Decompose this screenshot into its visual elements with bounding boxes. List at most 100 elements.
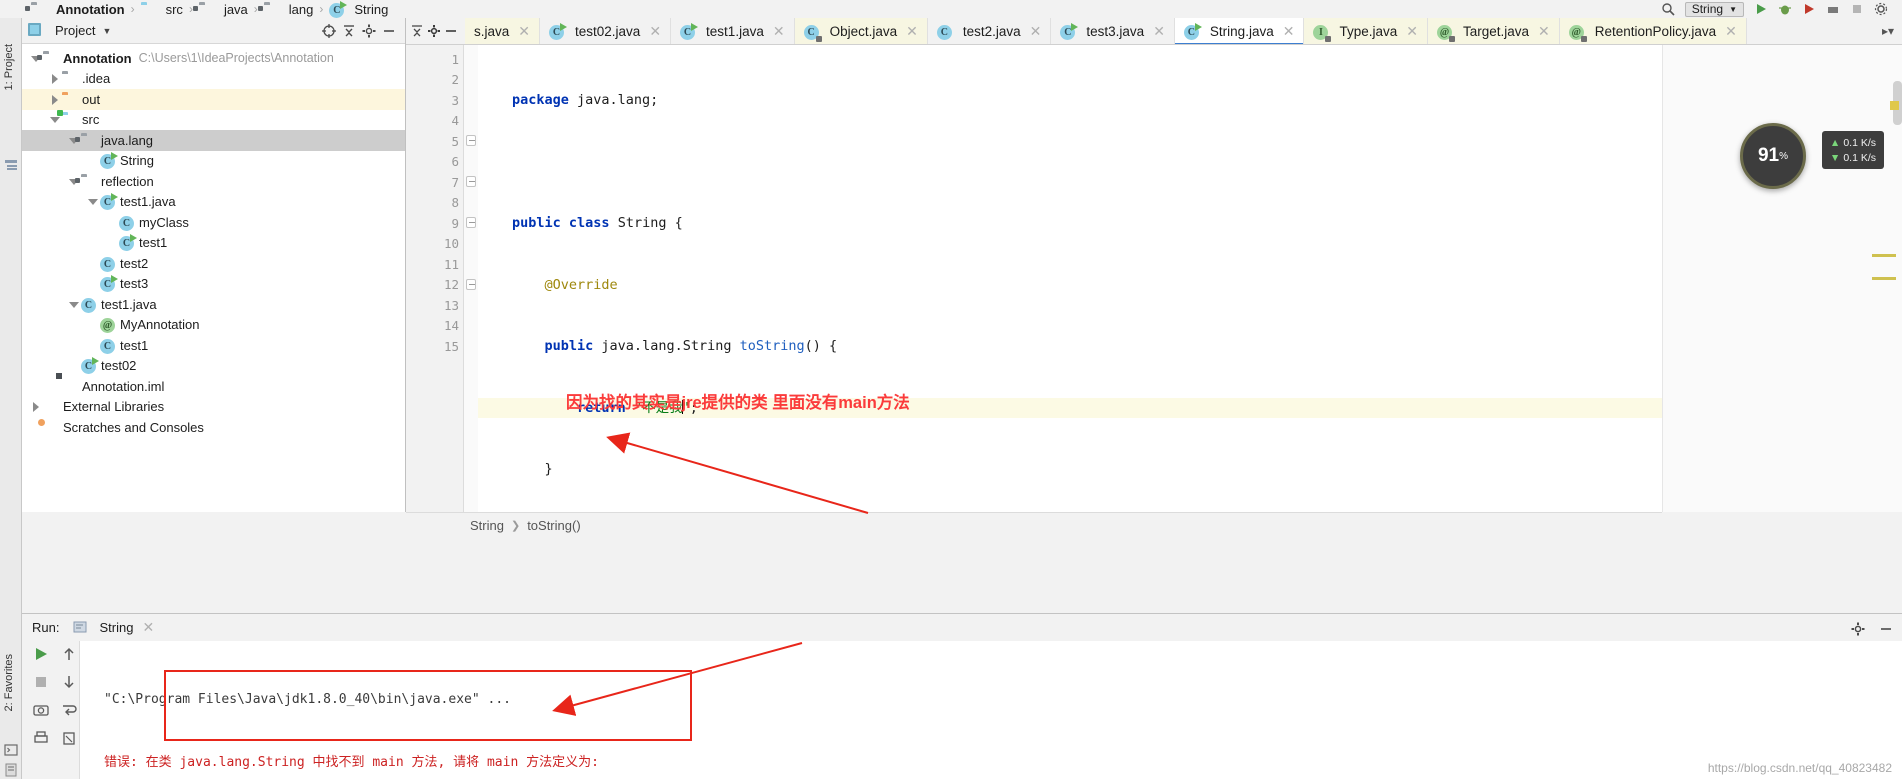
- fold-region[interactable]: [464, 275, 478, 296]
- project-tree[interactable]: Annotation C:\Users\1\IdeaProjects\Annota…: [22, 44, 405, 512]
- terminal-icon[interactable]: [4, 743, 18, 757]
- gutter-line-number[interactable]: 3: [406, 90, 463, 111]
- gutter-line-number[interactable]: 1: [406, 49, 463, 70]
- code-preview-strip[interactable]: [1662, 45, 1902, 512]
- close-icon[interactable]: ✕: [1153, 23, 1165, 40]
- close-icon[interactable]: ✕: [906, 23, 918, 40]
- tree-node-java-lang[interactable]: java.lang: [22, 130, 405, 151]
- tree-node--idea[interactable]: .idea: [22, 69, 405, 90]
- close-icon[interactable]: ✕: [518, 23, 530, 40]
- close-icon[interactable]: ✕: [1725, 23, 1737, 40]
- breadcrumb-item-src[interactable]: src: [138, 2, 186, 17]
- editor-tab-string-java[interactable]: C String.java ✕: [1174, 18, 1305, 44]
- close-icon[interactable]: ✕: [773, 23, 785, 40]
- todo-icon[interactable]: [4, 763, 18, 777]
- gutter-line-number[interactable]: 6: [406, 152, 463, 173]
- clear-all-icon[interactable]: [60, 729, 78, 747]
- tree-node-annotation-iml[interactable]: Annotation.iml: [22, 376, 405, 397]
- structure-icon[interactable]: [4, 158, 18, 172]
- editor-gutter[interactable]: 1 2 3 4 5 6 7 8 9 10 11 12 13 14 15: [406, 45, 464, 512]
- fold-region[interactable]: [464, 172, 478, 193]
- collapse-all-icon[interactable]: [339, 21, 359, 41]
- fold-toggle-icon[interactable]: [466, 278, 476, 290]
- editor-tab-test1-java[interactable]: Ctest1.java ✕: [671, 18, 795, 44]
- editor-tab-retentionpolicy-java[interactable]: @ RetentionPolicy.java ✕: [1559, 18, 1747, 44]
- fold-toggle-icon[interactable]: [466, 176, 476, 187]
- gear-icon[interactable]: [427, 24, 441, 38]
- gutter-line-number[interactable]: 15: [406, 336, 463, 357]
- close-icon[interactable]: ✕: [1538, 23, 1550, 40]
- code-folding-column[interactable]: [464, 45, 478, 512]
- gutter-line-number[interactable]: 4: [406, 111, 463, 132]
- tree-node-test3[interactable]: Ctest3: [22, 274, 405, 295]
- search-everywhere-icon[interactable]: [1661, 2, 1675, 16]
- tree-node-test1-java[interactable]: Ctest1.java: [22, 294, 405, 315]
- tree-node-test1[interactable]: Ctest1: [22, 335, 405, 356]
- gear-icon[interactable]: [359, 21, 379, 41]
- close-icon[interactable]: ✕: [1283, 23, 1295, 40]
- fold-toggle-icon[interactable]: [466, 217, 476, 228]
- close-icon[interactable]: ✕: [1030, 23, 1042, 40]
- chevron-down-icon[interactable]: [87, 196, 98, 207]
- fold-region[interactable]: [464, 213, 478, 234]
- tab-overflow-icon[interactable]: ▸▾: [1874, 18, 1902, 44]
- print-icon[interactable]: [32, 729, 50, 747]
- run-icon[interactable]: [1754, 2, 1768, 16]
- gear-icon[interactable]: [1850, 621, 1865, 635]
- tree-node-test1[interactable]: Ctest1: [22, 233, 405, 254]
- tree-node-test1-java[interactable]: Ctest1.java: [22, 192, 405, 213]
- fold-toggle-icon[interactable]: [466, 135, 476, 146]
- editor-tab-test2-java[interactable]: Ctest2.java ✕: [928, 18, 1052, 44]
- hide-icon[interactable]: [444, 24, 458, 38]
- tree-node-reflection[interactable]: reflection: [22, 171, 405, 192]
- editor-tabs[interactable]: s.java ✕ Ctest02.java ✕ Ctest1.java ✕ C Object.…: [465, 18, 1747, 44]
- scroll-from-source-icon[interactable]: [319, 21, 339, 41]
- memory-indicator[interactable]: 91%: [1740, 123, 1806, 189]
- tree-node-src[interactable]: src: [22, 110, 405, 131]
- gutter-line-number[interactable]: 5: [406, 131, 463, 152]
- chevron-down-icon[interactable]: [68, 299, 79, 310]
- editor-tab-object-java[interactable]: C Object.java ✕: [794, 18, 928, 44]
- editor-tab-type-java[interactable]: I Type.java ✕: [1304, 18, 1428, 44]
- fold-region[interactable]: [464, 131, 478, 152]
- run-coverage-icon[interactable]: [1802, 2, 1816, 16]
- breadcrumb-item-annotation[interactable]: Annotation: [28, 2, 128, 17]
- close-icon[interactable]: ✕: [649, 23, 661, 40]
- editor-tab-test3-java[interactable]: Ctest3.java ✕: [1051, 18, 1175, 44]
- gutter-line-number[interactable]: 14: [406, 316, 463, 337]
- tree-node-string[interactable]: C String: [22, 151, 405, 172]
- build-icon[interactable]: [1826, 2, 1840, 16]
- gutter-line-number[interactable]: 13: [406, 295, 463, 316]
- tree-node-external-libraries[interactable]: External Libraries: [22, 397, 405, 418]
- tree-node-myannotation[interactable]: @ MyAnnotation: [22, 315, 405, 336]
- soft-wrap-icon[interactable]: [60, 701, 78, 719]
- stop-icon[interactable]: [1850, 2, 1864, 16]
- rerun-icon[interactable]: [32, 645, 50, 663]
- settings-icon[interactable]: [1874, 2, 1888, 16]
- hide-icon[interactable]: [1878, 621, 1892, 635]
- sidebar-item-project[interactable]: 1: Project: [3, 44, 15, 90]
- gutter-line-number[interactable]: 2: [406, 70, 463, 91]
- gutter-line-number[interactable]: 8: [406, 193, 463, 214]
- breadcrumb-class[interactable]: String: [470, 518, 504, 533]
- collapse-all-icon[interactable]: [410, 24, 424, 38]
- gutter-line-number[interactable]: 9: [406, 213, 463, 234]
- run-configuration-selector[interactable]: String ▼: [1684, 1, 1744, 17]
- tree-node-test02[interactable]: Ctest02: [22, 356, 405, 377]
- chevron-right-icon[interactable]: [30, 401, 41, 413]
- gutter-line-number[interactable]: 12: [406, 275, 463, 296]
- editor-tab-target-java[interactable]: @ Target.java ✕: [1427, 18, 1560, 44]
- chevron-right-icon[interactable]: [49, 94, 60, 105]
- hide-icon[interactable]: [379, 21, 399, 41]
- debug-icon[interactable]: [1778, 2, 1792, 16]
- chevron-right-icon[interactable]: [49, 73, 60, 85]
- breadcrumb-item-java[interactable]: java: [196, 2, 251, 17]
- editor-tab-s-java[interactable]: s.java ✕: [465, 18, 541, 44]
- tree-node-out[interactable]: out: [22, 89, 405, 110]
- tree-node-myclass[interactable]: CmyClass: [22, 212, 405, 233]
- close-icon[interactable]: ✕: [1406, 23, 1418, 40]
- close-icon[interactable]: ✕: [142, 619, 154, 636]
- tree-node-test2[interactable]: Ctest2: [22, 253, 405, 274]
- breadcrumb-method[interactable]: toString(): [527, 518, 580, 533]
- tree-node-scratches-and-consoles[interactable]: Scratches and Consoles: [22, 417, 405, 438]
